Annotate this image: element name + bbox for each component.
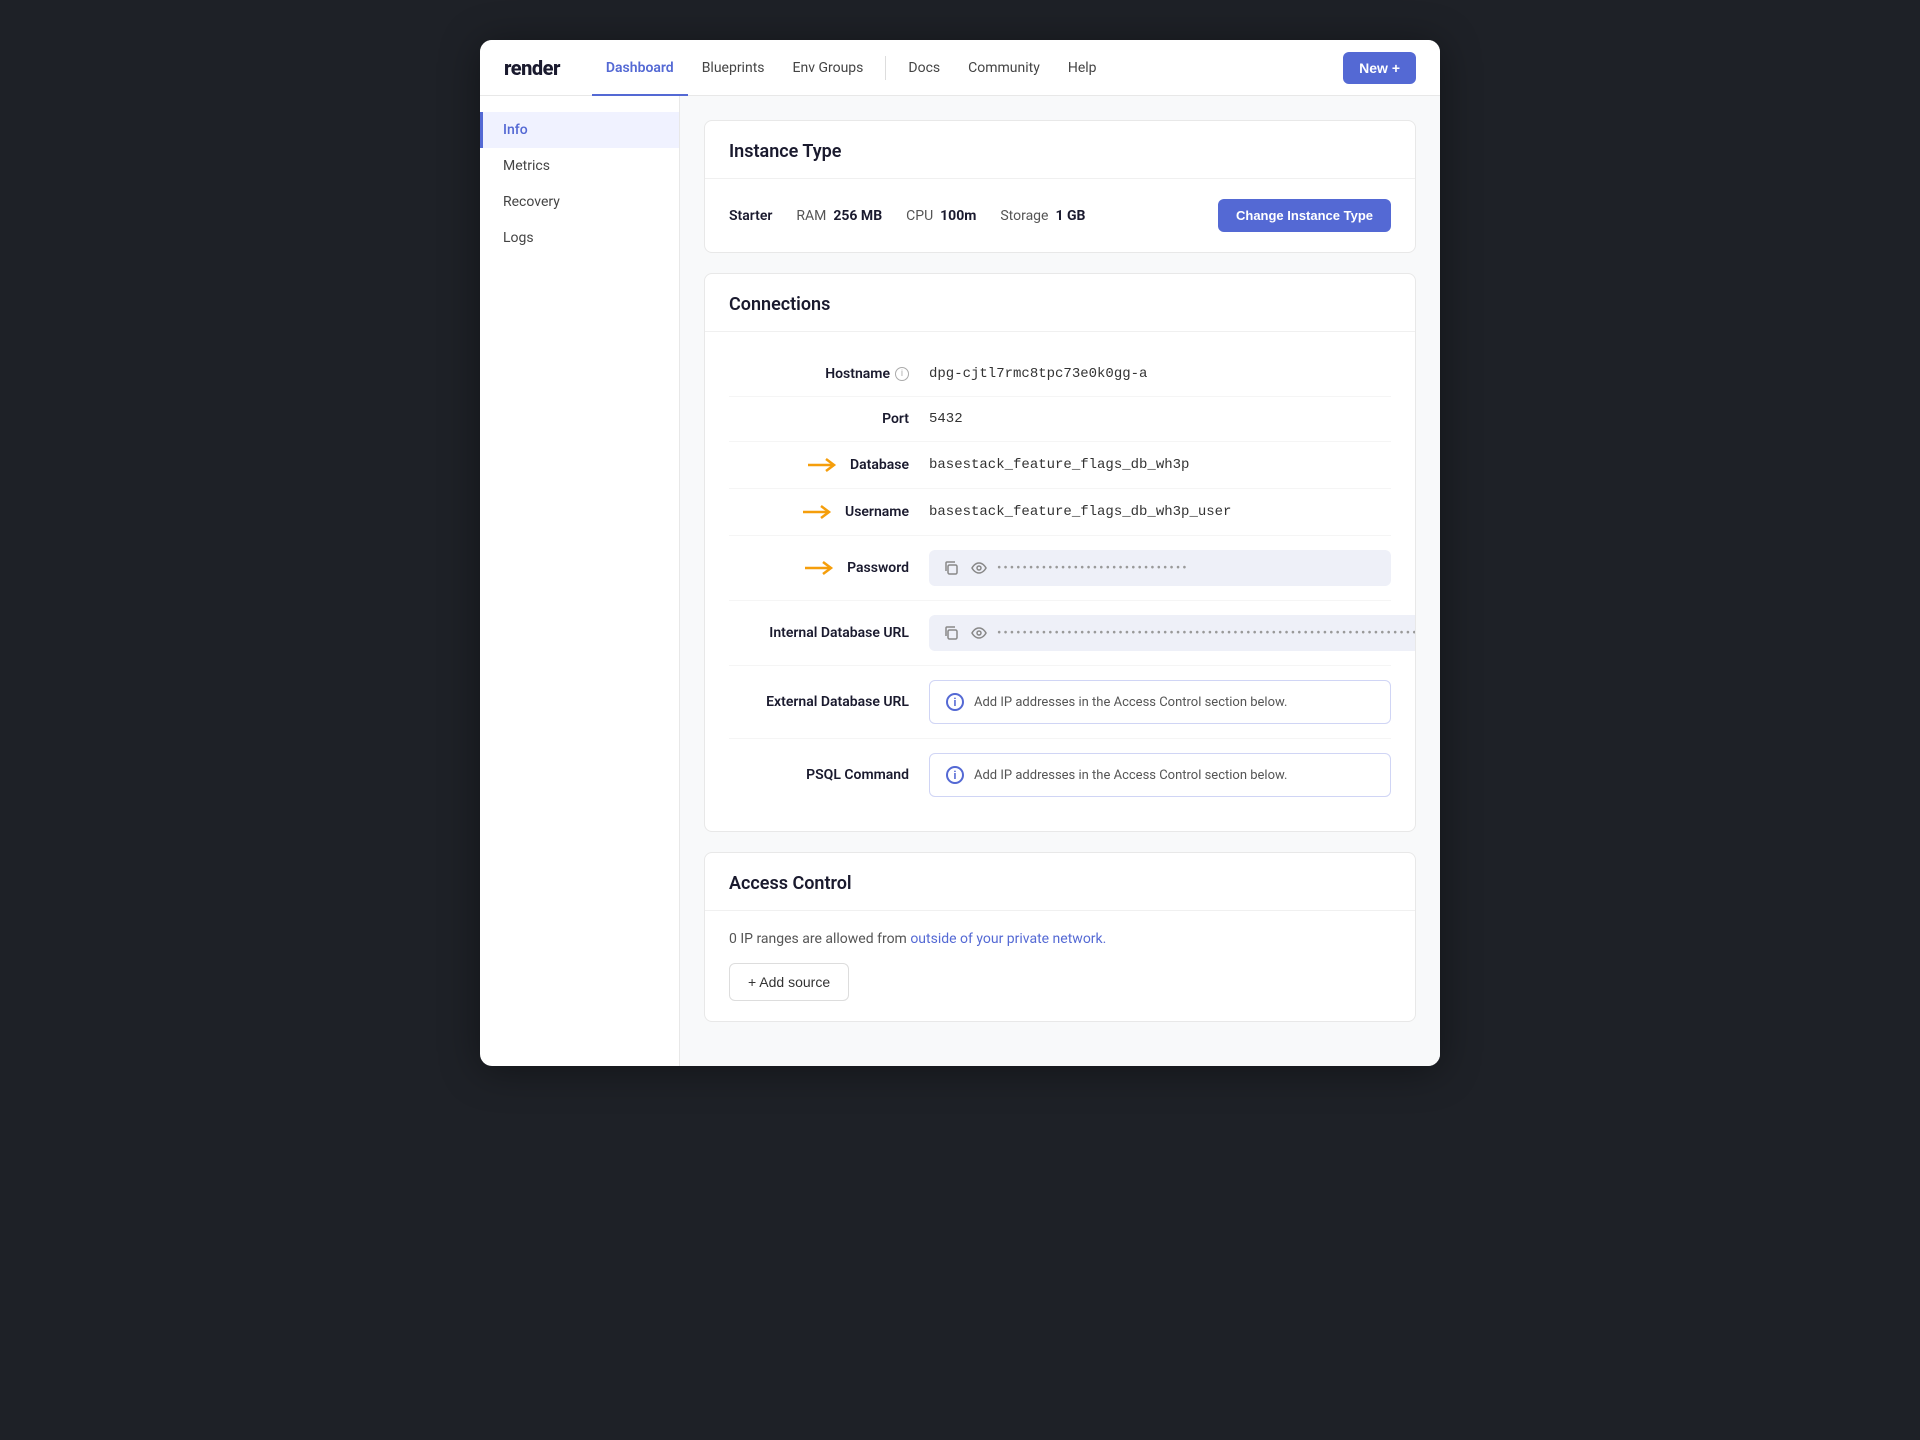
hostname-label-area: Hostname i [729,366,929,382]
password-label: Password [847,560,909,576]
app-container: render Dashboard Blueprints Env Groups D… [480,40,1440,1066]
connections-card: Connections Hostname i dpg-cjtl7rmc8tpc7… [704,273,1416,832]
internal-url-dots: ••••••••••••••••••••••••••••••••••••••••… [997,626,1416,641]
connection-username: Username basestack_feature_flags_db_wh3p… [729,489,1391,536]
port-label: Port [882,411,909,427]
brand-logo: render [504,56,560,80]
psql-label: PSQL Command [806,767,909,783]
external-url-info-icon: i [946,693,964,711]
hostname-info-icon: i [895,367,909,381]
instance-cpu: CPU 100m [906,208,976,224]
password-copy-button[interactable] [941,558,961,578]
connection-hostname: Hostname i dpg-cjtl7rmc8tpc73e0k0gg-a [729,352,1391,397]
instance-type-title: Instance Type [705,121,1415,179]
database-label: Database [850,457,909,473]
username-label: Username [845,504,909,520]
access-control-body: 0 IP ranges are allowed from outside of … [705,911,1415,1021]
connection-external-url: External Database URL i Add IP addresses… [729,666,1391,739]
access-control-title: Access Control [705,853,1415,911]
internal-url-copy-button[interactable] [941,623,961,643]
access-link[interactable]: outside of your private network. [910,931,1106,947]
instance-type-row: Starter RAM 256 MB CPU 100m Storage [729,199,1391,232]
username-label-area: Username [729,503,929,521]
instance-tier: Starter [729,208,772,224]
password-input-area: •••••••••••••••••••••••••••••• [929,550,1391,586]
connections-title: Connections [705,274,1415,332]
internal-url-label-area: Internal Database URL [729,625,929,641]
instance-storage: Storage 1 GB [1000,208,1085,224]
instance-type-body: Starter RAM 256 MB CPU 100m Storage [705,179,1415,252]
external-url-info-box: i Add IP addresses in the Access Control… [929,680,1391,724]
nav-docs[interactable]: Docs [894,40,954,96]
connection-database: Database basestack_feature_flags_db_wh3p [729,442,1391,489]
external-url-info-text: Add IP addresses in the Access Control s… [974,695,1287,710]
connection-internal-url: Internal Database URL [729,601,1391,666]
password-arrow [803,559,839,577]
external-url-label-area: External Database URL [729,694,929,710]
internal-url-label: Internal Database URL [769,625,909,641]
nav-links: Dashboard Blueprints Env Groups Docs Com… [592,40,1343,96]
password-dots: •••••••••••••••••••••••••••••• [997,561,1379,576]
instance-info: Starter RAM 256 MB CPU 100m Storage [729,208,1085,224]
sidebar-item-logs[interactable]: Logs [480,220,679,256]
new-button[interactable]: New + [1343,52,1416,84]
psql-label-area: PSQL Command [729,767,929,783]
username-arrow [801,503,837,521]
internal-url-toggle-button[interactable] [969,623,989,643]
port-value: 5432 [929,411,963,427]
external-url-label: External Database URL [766,694,909,710]
main-content: Instance Type Starter RAM 256 MB CPU 100… [680,96,1440,1066]
top-nav: render Dashboard Blueprints Env Groups D… [480,40,1440,96]
psql-info-box: i Add IP addresses in the Access Control… [929,753,1391,797]
connection-port: Port 5432 [729,397,1391,442]
instance-type-card: Instance Type Starter RAM 256 MB CPU 100… [704,120,1416,253]
instance-ram: RAM 256 MB [796,208,882,224]
port-label-area: Port [729,411,929,427]
nav-help[interactable]: Help [1054,40,1111,96]
nav-community[interactable]: Community [954,40,1054,96]
hostname-value: dpg-cjtl7rmc8tpc73e0k0gg-a [929,366,1147,382]
connection-password: Password [729,536,1391,601]
connections-body: Hostname i dpg-cjtl7rmc8tpc73e0k0gg-a Po… [705,332,1415,831]
access-control-card: Access Control 0 IP ranges are allowed f… [704,852,1416,1022]
nav-blueprints[interactable]: Blueprints [688,40,779,96]
connection-psql: PSQL Command i Add IP addresses in the A… [729,739,1391,811]
content-area: Info Metrics Recovery Logs Instance Type [480,96,1440,1066]
nav-env-groups[interactable]: Env Groups [779,40,878,96]
sidebar: Info Metrics Recovery Logs [480,96,680,1066]
add-source-button[interactable]: + Add source [729,963,849,1001]
nav-right: New + [1343,52,1416,84]
sidebar-item-metrics[interactable]: Metrics [480,148,679,184]
sidebar-item-recovery[interactable]: Recovery [480,184,679,220]
password-toggle-button[interactable] [969,558,989,578]
sidebar-item-info[interactable]: Info [480,112,679,148]
psql-info-icon: i [946,766,964,784]
username-value: basestack_feature_flags_db_wh3p_user [929,504,1231,520]
database-arrow [806,456,842,474]
access-description: 0 IP ranges are allowed from outside of … [729,931,1391,947]
internal-url-input-area: ••••••••••••••••••••••••••••••••••••••••… [929,615,1416,651]
hostname-label: Hostname [825,366,890,382]
nav-dashboard[interactable]: Dashboard [592,40,688,96]
nav-divider [885,56,886,80]
password-label-area: Password [729,559,929,577]
database-value: basestack_feature_flags_db_wh3p [929,457,1189,473]
change-instance-type-button[interactable]: Change Instance Type [1218,199,1391,232]
psql-info-text: Add IP addresses in the Access Control s… [974,768,1287,783]
database-label-area: Database [729,456,929,474]
